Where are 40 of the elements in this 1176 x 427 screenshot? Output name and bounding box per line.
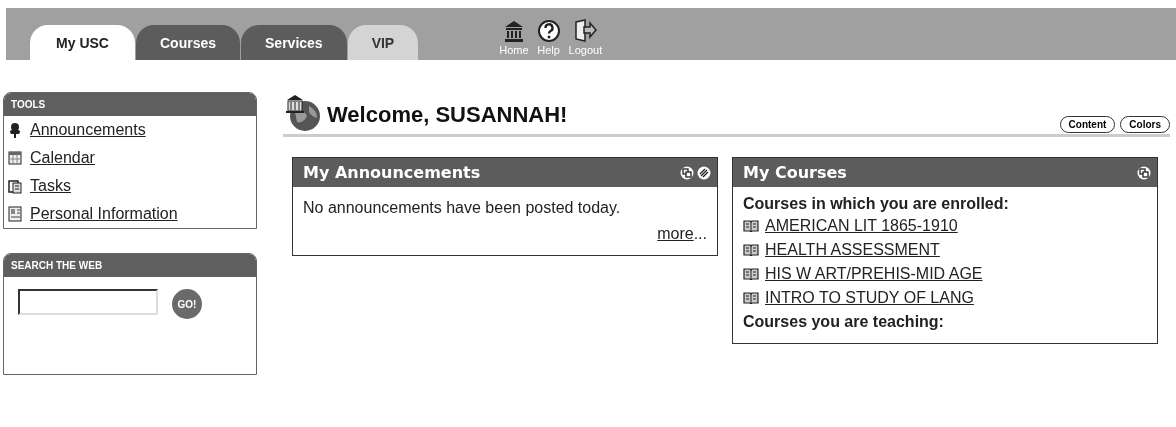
help-icon — [536, 18, 561, 43]
course-link[interactable]: INTRO TO STUDY OF LANG — [765, 289, 974, 307]
tool-link[interactable]: Calendar — [30, 149, 95, 167]
section-heading: Courses you are teaching: — [743, 313, 945, 331]
door-arrow-icon — [573, 18, 598, 43]
clipboard-icon — [8, 178, 22, 194]
address-card-icon — [8, 206, 22, 222]
tool-link[interactable]: Tasks — [30, 177, 71, 195]
panel-title: My Announcements — [303, 163, 482, 182]
edit-icon — [697, 165, 711, 180]
search-field[interactable] — [18, 289, 158, 315]
tool-link[interactable]: Personal Information — [30, 205, 178, 223]
window-icon — [1137, 165, 1151, 180]
pushpin-icon — [8, 122, 22, 138]
panel-header: SEARCH THE WEB — [4, 254, 256, 277]
book-icon — [743, 268, 759, 280]
book-icon — [743, 292, 759, 304]
section-heading: Courses in which you are enrolled: — [743, 195, 1010, 213]
calendar-icon — [8, 150, 22, 166]
course-link[interactable]: AMERICAN LIT 1865-1910 — [765, 217, 958, 235]
welcome-title: Welcome, SUSANNAH! — [327, 102, 568, 128]
more-link[interactable]: more — [657, 225, 694, 242]
panel-title: My Courses — [743, 163, 848, 182]
book-icon — [743, 244, 759, 256]
tool-link[interactable]: Announcements — [30, 121, 146, 139]
book-icon — [743, 220, 759, 232]
message-text: No announcements have been posted today. — [303, 199, 622, 217]
nav-tab[interactable]: VIP — [347, 25, 419, 60]
pill-button[interactable]: Content — [1059, 116, 1116, 133]
window-icon — [680, 165, 694, 180]
nav-tab[interactable]: Courses — [136, 25, 241, 60]
go-button[interactable]: GO! — [172, 289, 202, 319]
course-link[interactable]: HIS W ART/PREHIS-MID AGE — [765, 265, 983, 283]
pill-button[interactable]: Colors — [1120, 116, 1170, 133]
panel-header: TOOLS — [4, 93, 256, 116]
ellipsis-text: ... — [693, 225, 707, 242]
nav-tab[interactable]: My USC — [30, 25, 135, 60]
globe-building-icon — [283, 92, 323, 132]
course-link[interactable]: HEALTH ASSESSMENT — [765, 241, 940, 259]
nav-tab[interactable]: Services — [241, 25, 347, 60]
